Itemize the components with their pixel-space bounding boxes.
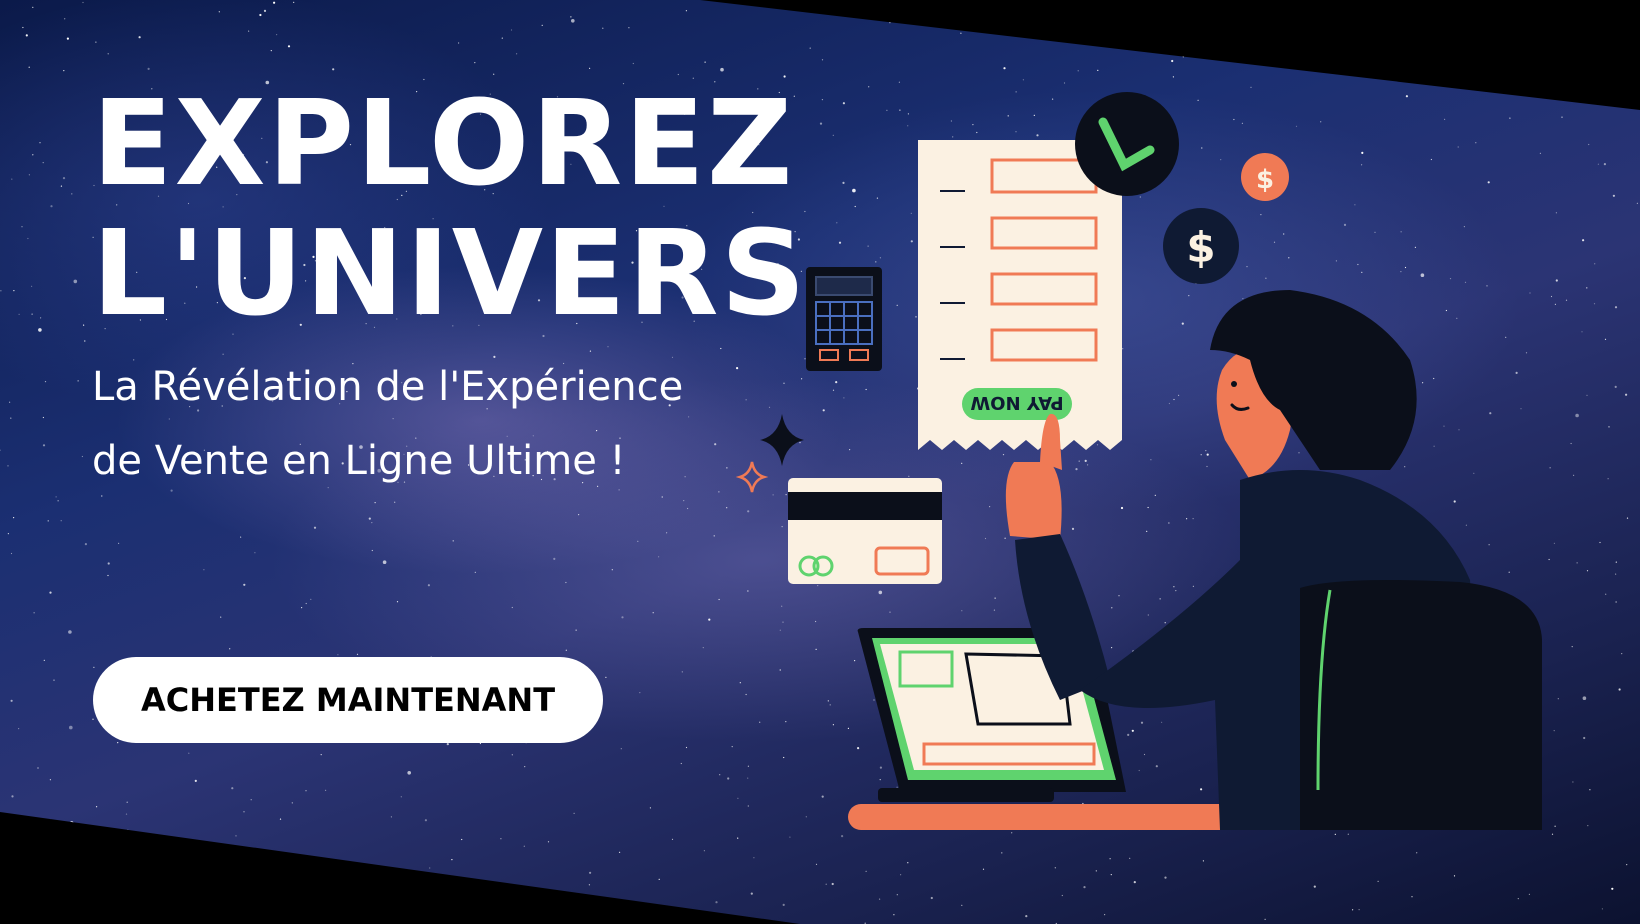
calculator-icon [806, 267, 882, 371]
receipt-icon: PAY NOW [918, 140, 1122, 450]
credit-card-icon [788, 478, 942, 584]
hero-banner: EXPLOREZ L'UNIVERS La Révélation de l'Ex… [0, 0, 1640, 924]
pay-now-label: PAY NOW [970, 392, 1063, 413]
shopping-illustration: PAY NOW $ $ [735, 92, 1542, 830]
checkmark-icon [1075, 92, 1179, 196]
svg-text:$: $ [1256, 165, 1274, 195]
svg-text:$: $ [1186, 223, 1215, 272]
dollar-coin-icon: $ $ [1163, 153, 1289, 284]
